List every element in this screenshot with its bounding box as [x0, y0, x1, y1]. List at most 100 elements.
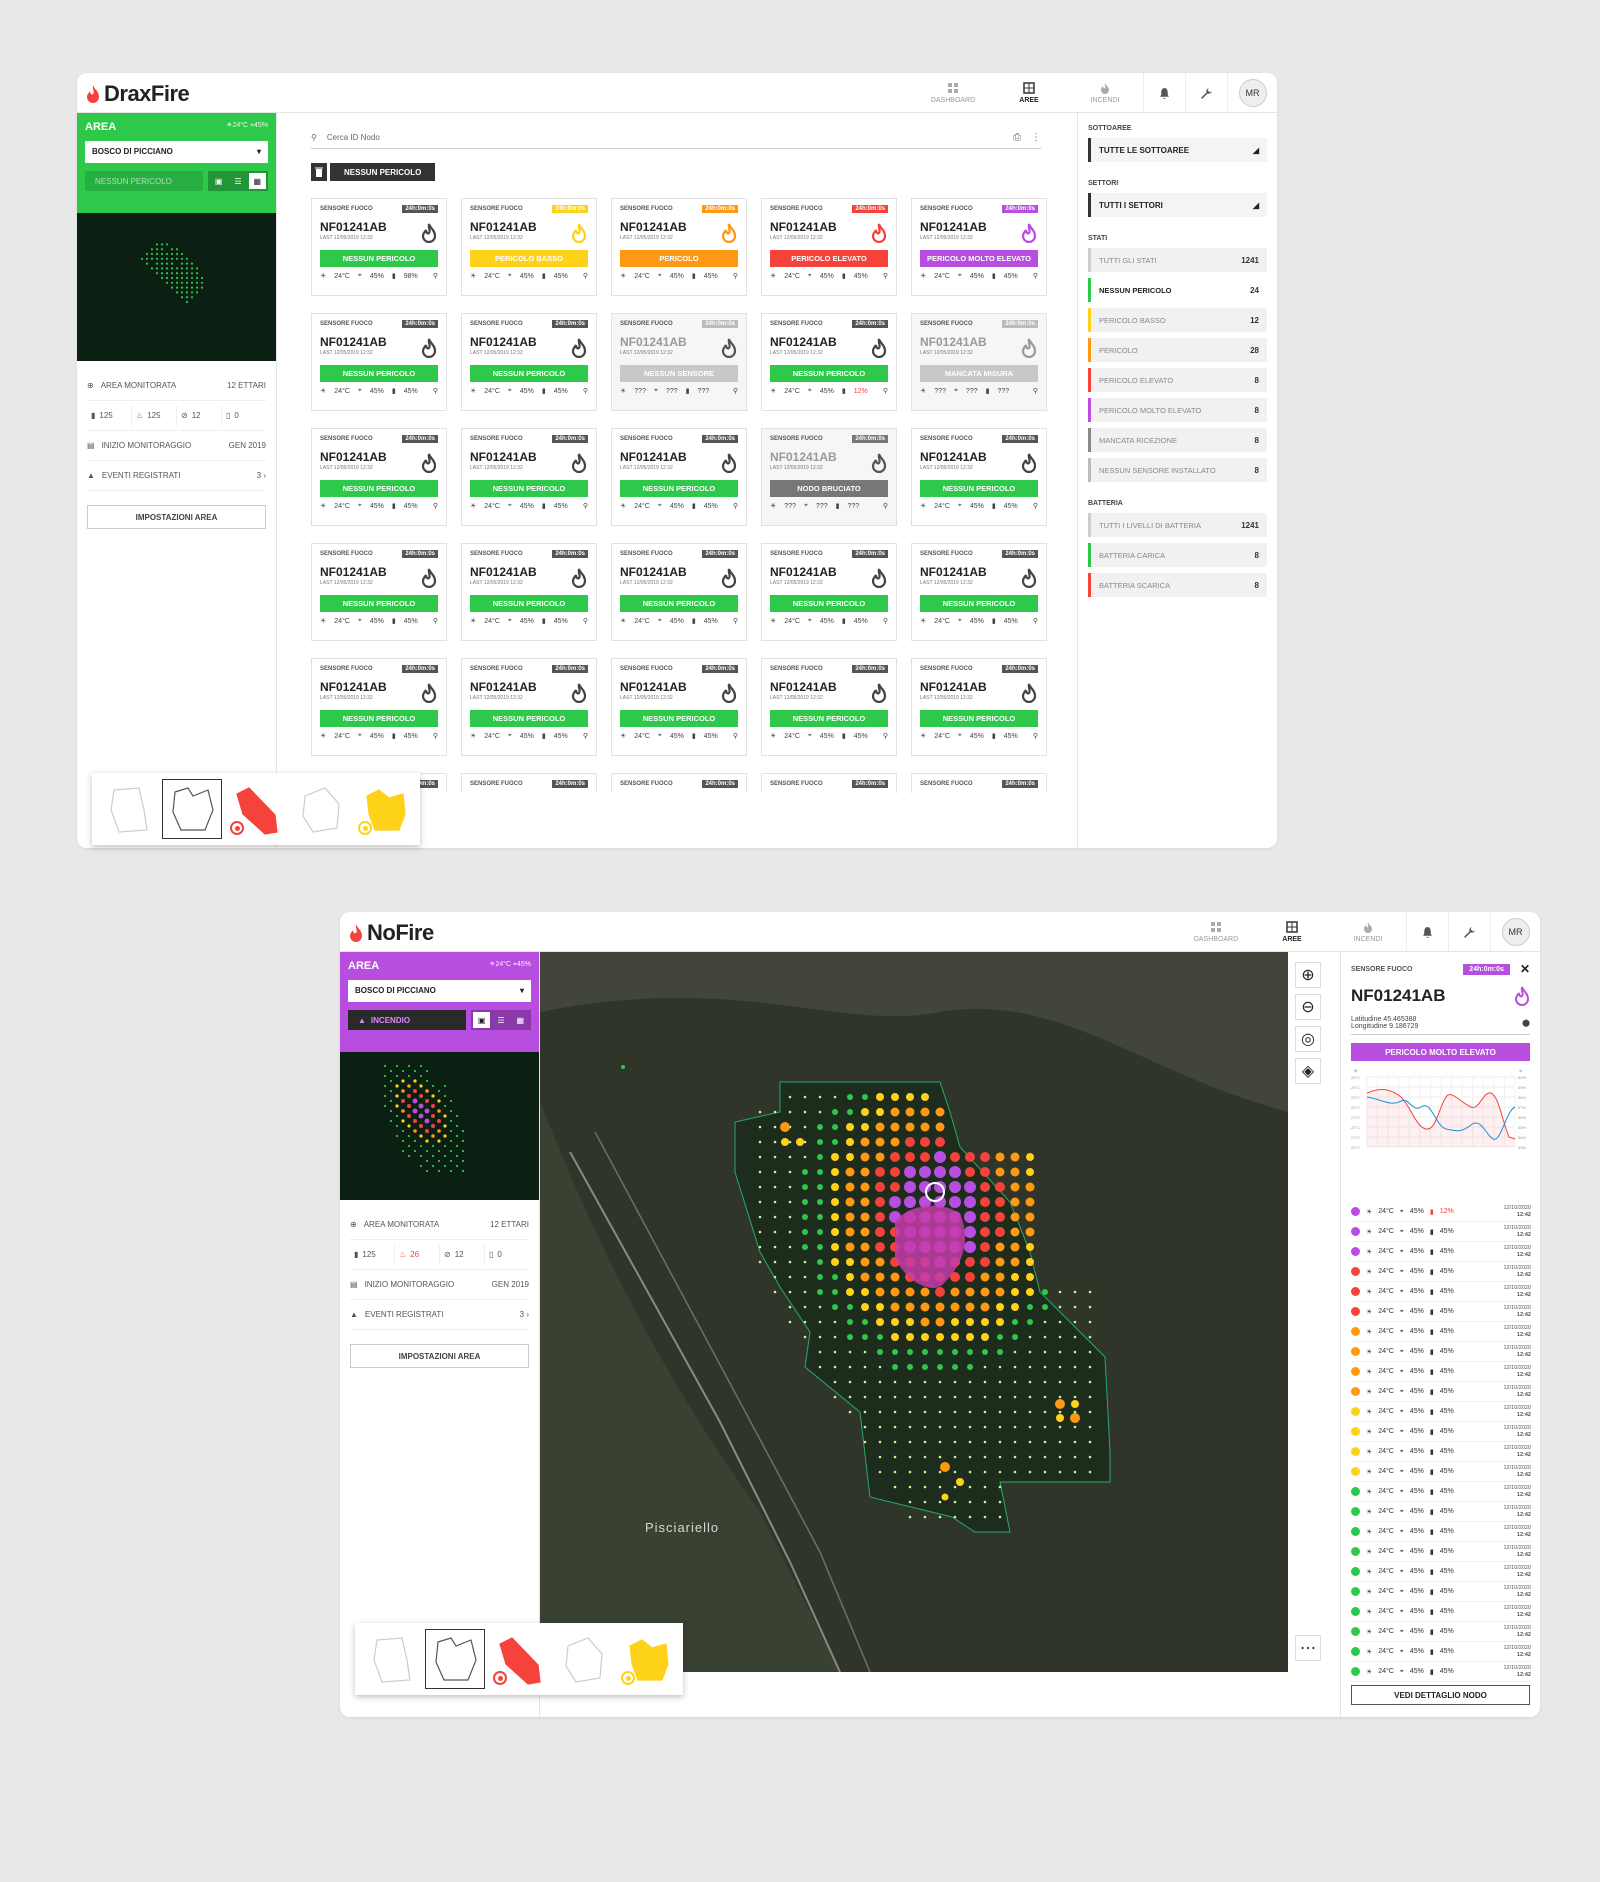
- node-marker[interactable]: [1043, 1335, 1047, 1339]
- node-marker[interactable]: [890, 1107, 900, 1117]
- node-marker[interactable]: [848, 1410, 852, 1414]
- pin-icon[interactable]: ⚲: [433, 502, 438, 510]
- node-marker[interactable]: [995, 1167, 1005, 1177]
- node-marker[interactable]: [1013, 1440, 1017, 1444]
- node-marker[interactable]: [938, 1470, 942, 1474]
- node-marker[interactable]: [995, 1182, 1005, 1192]
- node-marker[interactable]: [935, 1317, 945, 1327]
- node-marker[interactable]: [875, 1182, 885, 1192]
- node-marker[interactable]: [1058, 1470, 1062, 1474]
- node-marker[interactable]: [831, 1258, 839, 1266]
- node-marker[interactable]: [938, 1485, 942, 1489]
- node-marker[interactable]: [1025, 1182, 1035, 1192]
- node-card[interactable]: SENSORE FUOCO24h:0m:0s NF01241AB LAST 12…: [911, 543, 1047, 641]
- node-marker[interactable]: [997, 1349, 1003, 1355]
- node-marker[interactable]: [998, 1395, 1002, 1399]
- node-marker[interactable]: [878, 1395, 882, 1399]
- search-input[interactable]: ⚲ Cerca ID Nodo ⎙ ⋮: [311, 127, 1041, 149]
- node-marker[interactable]: [788, 1260, 792, 1264]
- layers-icon[interactable]: ◈: [1295, 1058, 1321, 1084]
- history-row[interactable]: ☀ 24°C ⌖ 45% ▮ 45% 12/10/2020 12:42: [1351, 1662, 1531, 1682]
- node-marker[interactable]: [833, 1395, 837, 1399]
- area-select[interactable]: BOSCO DI PICCIANO ▾: [348, 980, 531, 1002]
- node-marker[interactable]: [953, 1440, 957, 1444]
- node-marker[interactable]: [923, 1500, 927, 1504]
- map-view-icon[interactable]: ▣: [210, 173, 227, 189]
- node-marker[interactable]: [923, 1485, 927, 1489]
- node-marker[interactable]: [998, 1500, 1002, 1504]
- node-marker[interactable]: [848, 1365, 852, 1369]
- node-marker[interactable]: [968, 1440, 972, 1444]
- node-marker[interactable]: [1028, 1365, 1032, 1369]
- node-marker[interactable]: [862, 1094, 868, 1100]
- node-marker[interactable]: [908, 1395, 912, 1399]
- node-marker[interactable]: [952, 1349, 958, 1355]
- node-marker[interactable]: [920, 1302, 930, 1312]
- node-marker[interactable]: [893, 1410, 897, 1414]
- node-marker[interactable]: [935, 1107, 945, 1117]
- history-row[interactable]: ☀ 24°C ⌖ 45% ▮ 45% 12/10/2020 12:42: [1351, 1222, 1531, 1242]
- node-marker[interactable]: [1058, 1440, 1062, 1444]
- node-marker[interactable]: [923, 1470, 927, 1474]
- node-marker[interactable]: [833, 1095, 837, 1099]
- node-marker[interactable]: [831, 1168, 839, 1176]
- node-marker[interactable]: [831, 1198, 839, 1206]
- node-marker[interactable]: [890, 1287, 900, 1297]
- node-marker[interactable]: [875, 1242, 885, 1252]
- node-marker[interactable]: [877, 1334, 883, 1340]
- node-marker[interactable]: [921, 1093, 929, 1101]
- list-view-icon[interactable]: ☰: [229, 173, 246, 189]
- node-marker[interactable]: [833, 1365, 837, 1369]
- node-marker[interactable]: [845, 1227, 855, 1237]
- node-marker[interactable]: [780, 1122, 790, 1132]
- filter-row[interactable]: PERICOLO 28: [1088, 338, 1267, 362]
- node-marker[interactable]: [781, 1138, 789, 1146]
- area-minimap[interactable]: [77, 213, 276, 361]
- node-marker[interactable]: [773, 1170, 777, 1174]
- node-marker[interactable]: [968, 1485, 972, 1489]
- area-settings-button[interactable]: IMPOSTAZIONI AREA: [350, 1344, 529, 1368]
- node-marker[interactable]: [1058, 1410, 1062, 1414]
- node-marker[interactable]: [832, 1124, 838, 1130]
- node-marker[interactable]: [1028, 1395, 1032, 1399]
- brand-logo[interactable]: NoFire: [348, 920, 434, 946]
- node-marker[interactable]: [1043, 1395, 1047, 1399]
- node-card[interactable]: SENSORE FUOCO24h:0m:0s NF01241AB LAST 12…: [911, 313, 1047, 411]
- node-marker[interactable]: [949, 1181, 961, 1193]
- node-marker[interactable]: [965, 1272, 975, 1282]
- node-marker[interactable]: [935, 1137, 945, 1147]
- node-marker[interactable]: [878, 1425, 882, 1429]
- node-marker[interactable]: [860, 1242, 870, 1252]
- pin-icon[interactable]: ⚲: [733, 617, 738, 625]
- pin-icon[interactable]: ⚲: [583, 502, 588, 510]
- node-marker[interactable]: [847, 1109, 853, 1115]
- node-marker[interactable]: [968, 1425, 972, 1429]
- node-marker[interactable]: [803, 1140, 807, 1144]
- node-marker[interactable]: [1043, 1365, 1047, 1369]
- node-card[interactable]: SENSORE FUOCO24h:0m:0s NF01241AB LAST 12…: [611, 313, 747, 411]
- node-marker[interactable]: [1088, 1455, 1092, 1459]
- node-marker[interactable]: [833, 1380, 837, 1384]
- node-marker[interactable]: [919, 1166, 931, 1178]
- node-marker[interactable]: [846, 1153, 854, 1161]
- node-marker[interactable]: [1013, 1395, 1017, 1399]
- nav-dashboard[interactable]: DASHBOARD: [1178, 921, 1254, 943]
- pin-icon[interactable]: ⚲: [1033, 617, 1038, 625]
- area-thumbnail[interactable]: [226, 779, 286, 839]
- node-marker[interactable]: [773, 1230, 777, 1234]
- node-marker[interactable]: [964, 1211, 976, 1223]
- node-marker[interactable]: [951, 1318, 959, 1326]
- node-marker[interactable]: [773, 1185, 777, 1189]
- user-menu[interactable]: MR: [1490, 912, 1540, 952]
- node-marker[interactable]: [817, 1229, 823, 1235]
- node-marker[interactable]: [995, 1242, 1005, 1252]
- node-marker[interactable]: [1026, 1153, 1034, 1161]
- satellite-map[interactable]: Pisciariello: [540, 952, 1288, 1672]
- node-marker[interactable]: [863, 1410, 867, 1414]
- node-marker[interactable]: [621, 1065, 625, 1069]
- node-marker[interactable]: [935, 1122, 945, 1132]
- node-card[interactable]: SENSORE FUOCO24h:0m:0s NF01241AB LAST 12…: [611, 198, 747, 296]
- node-card[interactable]: SENSORE FUOCO24h:0m:0s NF01241AB LAST 12…: [461, 428, 597, 526]
- node-marker[interactable]: [788, 1170, 792, 1174]
- node-marker[interactable]: [1028, 1380, 1032, 1384]
